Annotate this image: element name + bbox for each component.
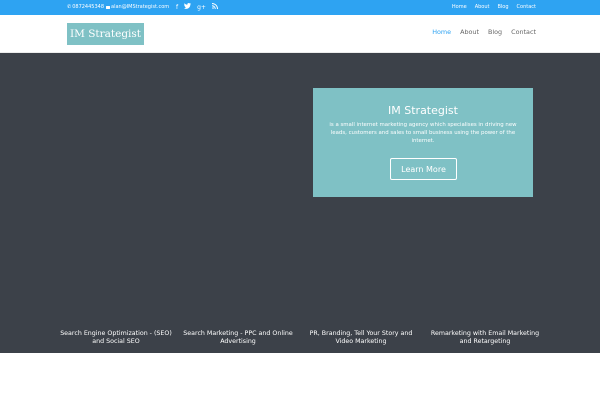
top-nav-home[interactable]: Home [452, 3, 467, 12]
phone-number[interactable]: 0872445348 [72, 3, 104, 12]
logo-text: IM Strategist [69, 28, 142, 40]
service-seo[interactable]: Search Engine Optimization - (SEO) and S… [56, 330, 176, 345]
rss-icon[interactable] [211, 3, 218, 12]
top-nav-about[interactable]: About [475, 3, 490, 12]
service-search-marketing[interactable]: Search Marketing - PPC and Online Advert… [178, 330, 298, 345]
top-nav-blog[interactable]: Blog [497, 3, 508, 12]
google-plus-icon[interactable]: g+ [197, 3, 206, 12]
nav-contact[interactable]: Contact [511, 28, 536, 36]
phone-icon: ✆ [67, 4, 72, 10]
promo-description: is a small internet marketing agency whi… [329, 122, 517, 145]
promo-title: IM Strategist [388, 104, 458, 117]
twitter-icon[interactable] [184, 3, 192, 12]
nav-blog[interactable]: Blog [488, 28, 502, 36]
top-nav-contact[interactable]: Contact [517, 3, 536, 12]
nav-home[interactable]: Home [432, 28, 451, 36]
email-icon [106, 6, 111, 9]
site-header: IM Strategist Home About Blog Contact [0, 15, 600, 53]
hero-section: IM Strategist is a small internet market… [0, 53, 600, 353]
contact-info: ✆ 0872445348 alan@IMStrategist.com [67, 3, 169, 12]
top-bar: ✆ 0872445348 alan@IMStrategist.com f g+ … [0, 0, 600, 15]
top-nav: Home About Blog Contact [452, 3, 536, 12]
site-logo[interactable]: IM Strategist [67, 23, 144, 45]
social-links: f g+ [176, 3, 218, 12]
service-remarketing[interactable]: Remarketing with Email Marketing and Ret… [425, 330, 545, 345]
facebook-icon[interactable]: f [176, 3, 178, 12]
nav-about[interactable]: About [460, 28, 479, 36]
learn-more-label: Learn More [401, 164, 446, 174]
content-area [0, 353, 600, 400]
email-address[interactable]: alan@IMStrategist.com [111, 3, 169, 12]
promo-box: IM Strategist is a small internet market… [313, 88, 533, 197]
main-nav: Home About Blog Contact [432, 28, 536, 36]
service-pr-branding[interactable]: PR, Branding, Tell Your Story and Video … [301, 330, 421, 345]
learn-more-button[interactable]: Learn More [390, 158, 457, 180]
